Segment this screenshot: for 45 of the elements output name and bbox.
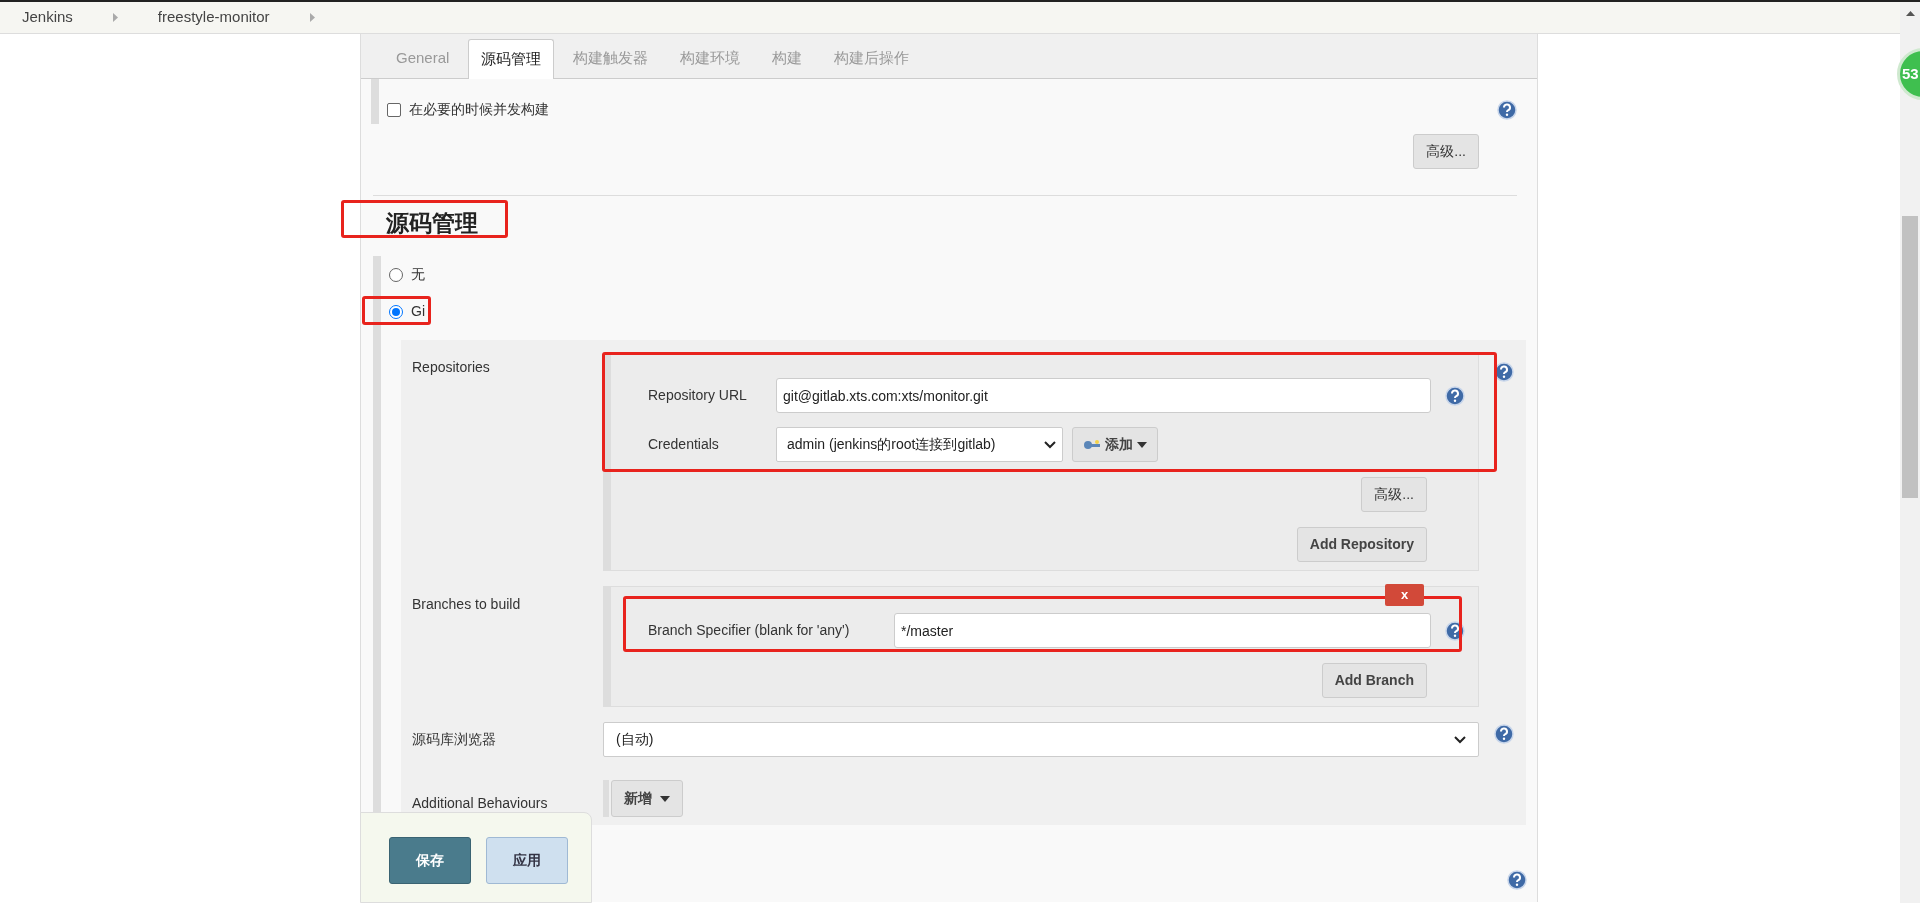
advanced-button[interactable]: 高级... <box>1413 134 1479 169</box>
help-icon[interactable] <box>1494 723 1514 744</box>
radio-label: Gi <box>411 302 425 321</box>
breadcrumb-link[interactable]: freestyle-monitor <box>157 6 270 29</box>
help-icon[interactable] <box>1497 99 1517 120</box>
save-button[interactable]: 保存 <box>389 837 471 884</box>
checkbox[interactable] <box>387 102 401 117</box>
scrollbar-thumb[interactable] <box>1902 216 1918 498</box>
radio-button[interactable] <box>389 267 403 282</box>
radio-label: 无 <box>411 265 425 284</box>
credentials-select[interactable]: admin (jenkins的root连接到gitlab) <box>776 427 1063 462</box>
scroll-up-icon <box>1905 11 1915 16</box>
repository-url-field[interactable]: git@gitlab.xts.com:xts/monitor.git <box>776 378 1431 413</box>
delete-button[interactable]: x <box>1385 584 1424 606</box>
field-label: Credentials <box>648 435 720 454</box>
help-icon[interactable] <box>1445 385 1465 406</box>
caret-icon <box>660 795 670 802</box>
field-label: 源码库浏览器 <box>411 730 497 749</box>
key-icon <box>1083 439 1101 450</box>
annotation-box <box>362 296 431 325</box>
field-label: Repository URL <box>648 386 748 405</box>
chevron-right-icon <box>309 13 315 22</box>
field-label: Repositories <box>411 358 491 377</box>
field-label: Branches to build <box>411 595 522 614</box>
add-credentials-button[interactable]: 添加 <box>1072 427 1158 462</box>
chevron-right-icon <box>112 13 118 22</box>
help-icon[interactable] <box>1445 620 1465 641</box>
field-label: Branch Specifier (blank for 'any') <box>648 621 851 640</box>
tab[interactable]: 源码管理 <box>468 39 555 79</box>
apply-button[interactable]: 应用 <box>486 837 568 884</box>
add-branch-button[interactable]: Add Branch <box>1321 663 1427 698</box>
caret-icon <box>1137 441 1147 448</box>
advanced-button[interactable]: 高级... <box>1361 477 1427 512</box>
chevron-down-icon <box>1454 735 1466 744</box>
add-behaviour-button[interactable]: 新增 <box>611 780 683 817</box>
chevron-down-icon <box>1044 440 1056 449</box>
help-icon[interactable] <box>1507 870 1527 890</box>
branch-specifier-field[interactable]: */master <box>894 613 1431 648</box>
repository-browser-select[interactable]: (自动) <box>603 722 1479 757</box>
add-repository-button[interactable]: Add Repository <box>1296 527 1427 562</box>
section-heading: 源码管理 <box>386 209 478 238</box>
checkbox-label: 在必要的时候并发构建 <box>409 100 549 119</box>
breadcrumb-link[interactable]: Jenkins <box>22 6 73 29</box>
radio-button[interactable] <box>389 304 403 319</box>
field-label: Additional Behaviours <box>411 794 549 813</box>
